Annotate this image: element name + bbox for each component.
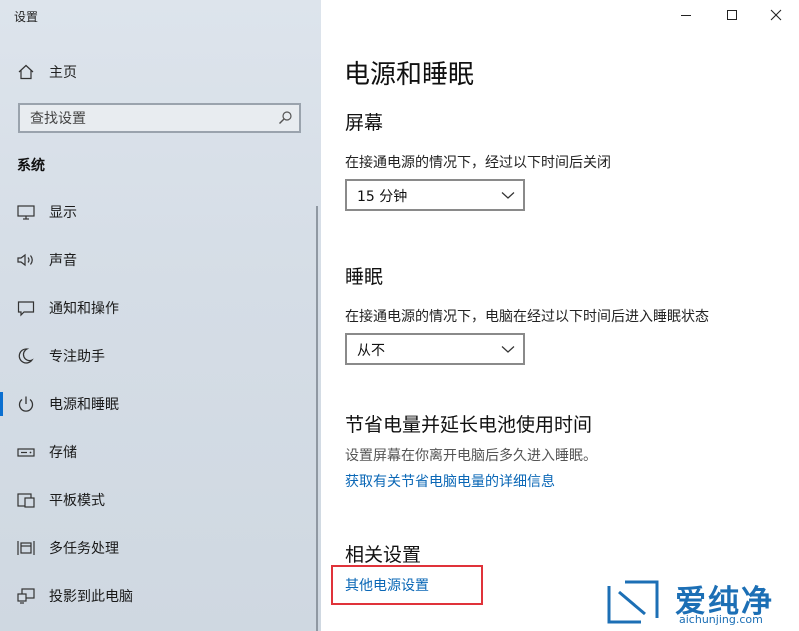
search-input[interactable] xyxy=(28,109,272,129)
sidebar-item-tablet-mode[interactable]: 平板模式 xyxy=(0,476,321,524)
related-settings-heading: 相关设置 xyxy=(345,544,422,566)
sidebar-item-sound[interactable]: 声音 xyxy=(0,236,321,284)
sidebar-home-label: 主页 xyxy=(49,65,77,81)
sidebar-item-label: 通知和操作 xyxy=(49,301,119,317)
screen-timeout-dropdown[interactable]: 15 分钟 xyxy=(345,179,525,211)
sleep-timeout-dropdown[interactable]: 从不 xyxy=(345,333,525,365)
sidebar-item-power-sleep[interactable]: 电源和睡眠 xyxy=(0,380,321,428)
chevron-down-icon xyxy=(501,346,515,353)
watermark-logo-icon xyxy=(607,580,659,624)
power-icon xyxy=(18,396,34,412)
search-icon[interactable] xyxy=(277,110,293,126)
sleep-heading: 睡眠 xyxy=(345,266,384,288)
chevron-down-icon xyxy=(501,192,515,199)
message-icon xyxy=(17,301,35,317)
main-content: 电源和睡眠 屏幕 在接通电源的情况下，经过以下时间后关闭 15 分钟 睡眠 在接… xyxy=(321,0,799,631)
tablet-icon xyxy=(17,493,35,508)
sidebar-home[interactable]: 主页 xyxy=(0,56,321,88)
sidebar-item-label: 多任务处理 xyxy=(49,541,119,557)
close-icon xyxy=(770,9,782,21)
sidebar-item-label: 存储 xyxy=(49,445,77,461)
sidebar-item-project-to-pc[interactable]: 投影到此电脑 xyxy=(0,572,321,620)
watermark: 爱纯净 aichunjing.com xyxy=(605,576,795,628)
screen-timeout-value: 15 分钟 xyxy=(357,189,408,205)
home-icon xyxy=(18,64,34,80)
battery-info-link[interactable]: 获取有关节省电脑电量的详细信息 xyxy=(345,471,555,491)
storage-icon xyxy=(17,448,35,457)
section-header: 系统 xyxy=(17,158,45,174)
sidebar-item-label: 声音 xyxy=(49,253,77,269)
highlight-box xyxy=(331,565,483,605)
sidebar-item-focus-assist[interactable]: 专注助手 xyxy=(0,332,321,380)
multitask-icon xyxy=(17,541,35,555)
close-button[interactable] xyxy=(753,0,799,32)
maximize-button[interactable] xyxy=(709,0,755,32)
sidebar-item-label: 专注助手 xyxy=(49,349,105,365)
sidebar: 设置 主页 系统 显示 声 xyxy=(0,0,321,631)
battery-heading: 节省电量并延长电池使用时间 xyxy=(345,414,593,436)
app-title: 设置 xyxy=(14,10,39,24)
minimize-button[interactable] xyxy=(663,0,709,32)
moon-icon xyxy=(18,348,34,364)
sidebar-item-multitasking[interactable]: 多任务处理 xyxy=(0,524,321,572)
sidebar-item-label: 平板模式 xyxy=(49,493,105,509)
screen-heading: 屏幕 xyxy=(345,112,384,134)
sidebar-item-storage[interactable]: 存储 xyxy=(0,428,321,476)
page-title: 电源和睡眠 xyxy=(344,60,475,90)
battery-description: 设置屏幕在你离开电脑后多久进入睡眠。 xyxy=(345,448,597,464)
selected-indicator xyxy=(0,392,3,416)
speaker-icon xyxy=(17,253,33,267)
sidebar-scrollbar[interactable] xyxy=(316,206,318,631)
monitor-icon xyxy=(17,205,35,220)
sidebar-item-display[interactable]: 显示 xyxy=(0,188,321,236)
sleep-description: 在接通电源的情况下，电脑在经过以下时间后进入睡眠状态 xyxy=(345,309,709,325)
search-box[interactable] xyxy=(18,103,301,133)
sidebar-item-label: 电源和睡眠 xyxy=(49,397,119,413)
sidebar-item-notifications[interactable]: 通知和操作 xyxy=(0,284,321,332)
sidebar-nav: 显示 声音 通知和操作 专注助手 电源和睡眠 存储 平板模式 多任务处理 投影到… xyxy=(0,188,321,620)
project-icon xyxy=(17,588,35,604)
maximize-icon xyxy=(727,10,737,20)
sleep-timeout-value: 从不 xyxy=(357,343,385,359)
minimize-icon xyxy=(681,15,691,16)
screen-description: 在接通电源的情况下，经过以下时间后关闭 xyxy=(345,155,611,171)
watermark-url: aichunjing.com xyxy=(679,613,763,626)
sidebar-item-label: 显示 xyxy=(49,205,77,221)
sidebar-item-label: 投影到此电脑 xyxy=(49,589,133,605)
